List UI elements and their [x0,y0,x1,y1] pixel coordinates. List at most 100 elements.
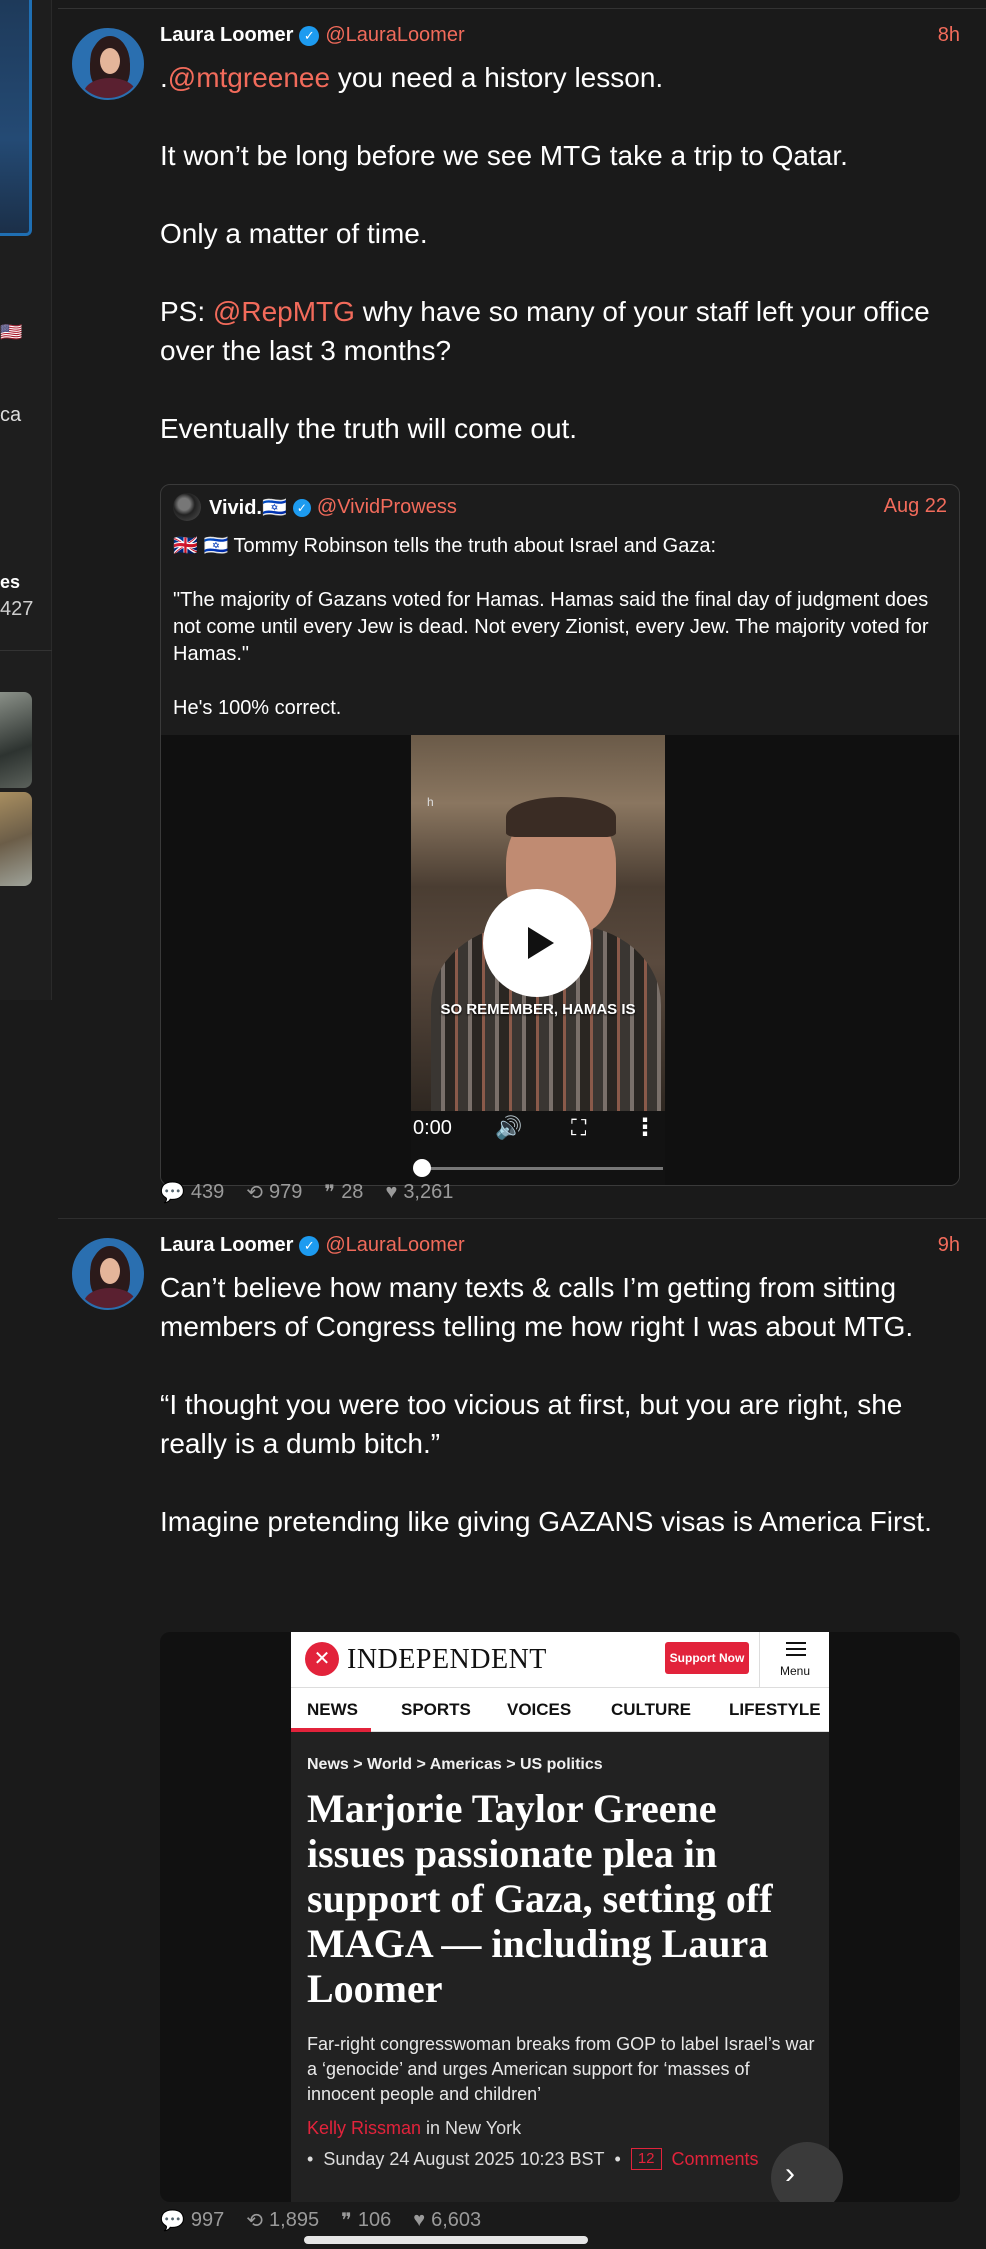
author-name[interactable]: Laura Loomer [160,24,293,47]
menu-label: Menu [779,1664,811,1678]
divider [58,8,986,9]
like-button[interactable]: ♥ 3,261 [385,1180,453,1205]
home-indicator[interactable] [304,2236,588,2244]
eagle-logo-icon: ✕ [305,1642,339,1676]
left-column: 🇺🇸 ca es 427 [0,0,52,2249]
post[interactable]: Laura Loomer ✓ @LauraLoomer 8h .@mtgreen… [58,20,986,1210]
nav-voices[interactable]: VOICES [507,1700,571,1720]
support-now-button[interactable]: Support Now [665,1642,749,1674]
post-paragraph: Can’t believe how many texts & calls I’m… [160,1272,914,1342]
play-icon[interactable] [483,889,591,997]
quote-time[interactable]: Aug 22 [884,495,947,518]
like-button[interactable]: ♥ 6,603 [413,2208,481,2233]
post-paragraph: Only a matter of time. [160,214,960,253]
bullet: • [614,2148,621,2169]
mention-link[interactable]: @RepMTG [213,296,355,327]
article-byline: Kelly Rissman in New York [307,2118,521,2139]
reply-icon: 💬 [160,1182,185,1204]
repost-count: 1,895 [269,2209,320,2231]
post[interactable]: Laura Loomer ✓ @LauraLoomer 9h Can’t bel… [58,1230,986,2240]
verified-icon: ✓ [299,25,320,46]
video-time: 0:00 [413,1117,452,1139]
quote-count: 28 [341,1181,364,1203]
reply-icon: 💬 [160,2210,185,2232]
author-handle[interactable]: @LauraLoomer [325,1234,464,1257]
article-headline: Marjorie Taylor Greene issues passionate… [307,1786,773,2011]
video-progress-handle[interactable] [413,1159,431,1177]
quote-icon: ❞ [324,1182,336,1204]
quote-text: 🇬🇧 🇮🇱 Tommy Robinson tells the truth abo… [173,533,949,722]
post-text: .@mtgreenee you need a history lesson. It… [160,58,960,448]
post-text-fragment: you need a history lesson. [330,62,664,93]
verified-icon: ✓ [299,1235,320,1256]
post-text-fragment: . [160,62,168,93]
post-paragraph: PS: @RepMTG why have so many of your sta… [160,292,960,370]
divider [58,1218,986,1219]
comments-link: Comments [671,2148,759,2169]
nav-active-indicator [291,1728,371,1732]
post-paragraph: Eventually the truth will come out. [160,409,960,448]
repost-button[interactable]: ⟲ 1,895 [246,2208,319,2233]
chevron-right-icon: › [771,2142,843,2202]
article-preview[interactable]: ✕ INDEPENDENT Support Now Menu NEWS SPOR… [160,1632,960,2202]
left-profile-image[interactable] [0,0,32,236]
repost-icon: ⟲ [246,2210,264,2232]
video-controls: 0:00 🔊 ⛶ ⋮ [411,1111,665,1185]
repost-button[interactable]: ⟲ 979 [246,1180,302,1205]
quote-line: He's 100% correct. [173,697,342,719]
reply-button[interactable]: 💬 997 [160,2208,224,2233]
media-thumbnail[interactable] [0,692,32,788]
author-name[interactable]: Laura Loomer [160,1234,293,1257]
video-player[interactable]: h SO REMEMBER, HAMAS IS [411,735,665,1115]
nav-lifestyle[interactable]: LIFESTYLE [729,1700,821,1720]
post-paragraph: It won’t be long before we see MTG take … [160,136,960,175]
fullscreen-icon[interactable]: ⛶ [571,1115,586,1141]
left-count-fragment: 427 [0,598,34,620]
article-date: Sunday 24 August 2025 10:23 BST [323,2148,605,2169]
hamburger-icon [786,1642,806,1644]
post-time[interactable]: 9h [938,1234,960,1257]
post-paragraph: “I thought you were too vicious at first… [160,1389,903,1459]
author-handle[interactable]: @LauraLoomer [325,24,464,47]
comment-count-badge: 12 [630,2148,662,2170]
post-stats: 💬 997 ⟲ 1,895 ❞ 106 ♥ 6,603 [160,2208,481,2233]
post-text-fragment: PS: [160,296,213,327]
video-progress-track[interactable] [419,1167,663,1170]
bullet: • [307,2148,314,2169]
more-options-icon[interactable]: ⋮ [633,1113,657,1142]
video-container[interactable]: h SO REMEMBER, HAMAS IS 0:00 🔊 ⛶ ⋮ [161,735,959,1185]
quoted-post[interactable]: Vivid.🇮🇱 ✓ @VividProwess Aug 22 🇬🇧 🇮🇱 To… [160,484,960,1186]
article-location: in New York [421,2118,522,2138]
menu-button[interactable]: Menu [759,1632,829,1688]
quote-button[interactable]: ❞ 106 [341,2208,391,2233]
post-text-fragment: Eventually the truth will come out. [160,413,578,444]
volume-icon[interactable]: 🔊 [495,1115,522,1141]
post-paragraph: Imagine pretending like giving GAZANS vi… [160,1506,932,1537]
quote-button[interactable]: ❞ 28 [324,1180,363,1205]
quote-line: 🇬🇧 🇮🇱 Tommy Robinson tells the truth abo… [173,535,717,557]
post-paragraph: .@mtgreenee you need a history lesson. [160,58,960,97]
post-text-fragment: Only a matter of time. [160,218,428,249]
reply-count: 997 [190,2209,225,2231]
post-time[interactable]: 8h [938,24,960,47]
post-stats: 💬 439 ⟲ 979 ❞ 28 ♥ 3,261 [160,1180,453,1205]
quote-author-name[interactable]: Vivid.🇮🇱 [209,495,287,520]
nav-culture[interactable]: CULTURE [611,1700,691,1720]
article-author: Kelly Rissman [307,2118,422,2138]
avatar[interactable] [72,28,144,100]
reply-button[interactable]: 💬 439 [160,1180,224,1205]
nav-news[interactable]: NEWS [307,1700,358,1720]
post-text: Can’t believe how many texts & calls I’m… [160,1268,960,1541]
left-label-fragment: es [0,572,21,592]
avatar[interactable] [173,493,201,521]
mention-link[interactable]: @mtgreenee [168,62,330,93]
article-nav: NEWS SPORTS VOICES CULTURE LIFESTYLE [291,1688,829,1732]
nav-sports[interactable]: SPORTS [401,1700,471,1720]
avatar[interactable] [72,1238,144,1310]
article-standfirst: Far-right congresswoman breaks from GOP … [307,2034,815,2104]
quote-author-handle[interactable]: @VividProwess [317,496,457,519]
left-text-fragment: ca [0,404,22,426]
media-thumbnail[interactable] [0,792,32,886]
post-header: Laura Loomer ✓ @LauraLoomer [160,24,465,47]
independent-header: ✕ INDEPENDENT Support Now Menu [291,1632,829,1688]
